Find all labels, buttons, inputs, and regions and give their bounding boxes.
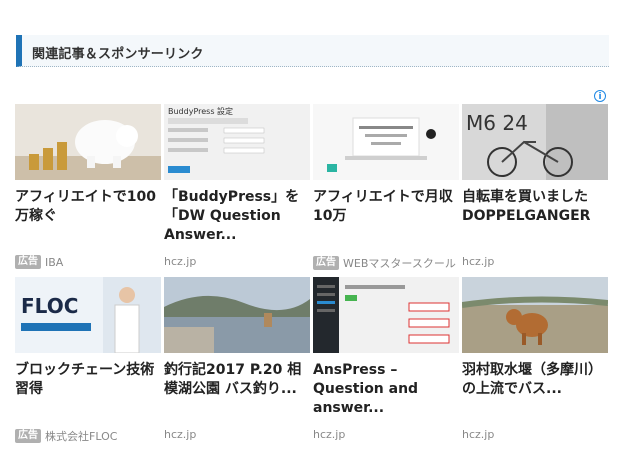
card-title[interactable]: 「BuddyPress」を「DW Question Answer...: [164, 188, 310, 245]
source-label: hcz.jp: [164, 428, 197, 441]
source-label: WEBマスタースクール: [343, 257, 456, 270]
card-title[interactable]: 羽村取水堰（多摩川）の上流でバス...: [462, 361, 608, 399]
card-source: hcz.jp: [313, 428, 345, 441]
buddypress-title: BuddyPress 設定: [168, 106, 233, 116]
card-title[interactable]: アフィリエイトで100万稼ぐ: [15, 188, 161, 226]
source-label: IBA: [45, 255, 64, 269]
card-source: hcz.jp: [164, 255, 196, 268]
floc-presenter-image: FLOC: [15, 277, 161, 353]
section-header: 関連記事＆スポンサーリンク: [16, 35, 609, 67]
source-label: hcz.jp: [313, 428, 346, 441]
recommendation-card[interactable]: アフィリエイトで月収10万 広告 WEBマスタースクール: [313, 104, 459, 272]
card-title[interactable]: 自転車を買いましたDOPPELGANGER: [462, 188, 608, 226]
bicycle-image: M6 24: [462, 104, 608, 180]
card-title[interactable]: AnsPress – Question and answer...: [313, 361, 459, 418]
card-source: 広告 WEBマスタースクール: [313, 255, 456, 271]
laptop-desk-image: [313, 104, 459, 180]
recommendation-card[interactable]: AnsPress – Question and answer... hcz.jp: [313, 277, 459, 445]
section-title: 関連記事＆スポンサーリンク: [32, 47, 204, 62]
card-source: hcz.jp: [462, 428, 494, 441]
recommendation-card[interactable]: FLOC ブロックチェーン技術習得 広告 株式会社FLOC: [15, 277, 161, 445]
info-icon[interactable]: i: [594, 90, 606, 102]
card-source: 広告 IBA: [15, 255, 63, 269]
recommendation-card[interactable]: アフィリエイトで100万稼ぐ 広告 IBA: [15, 104, 161, 272]
ad-badge: 広告: [313, 256, 339, 270]
recommendation-card[interactable]: 釣行記2017 P.20 相模湖公園 バス釣り... hcz.jp: [164, 277, 310, 445]
card-source: hcz.jp: [462, 255, 494, 268]
piggy-bank-coins-image: [15, 104, 161, 180]
bike-label: M6 24: [466, 111, 528, 135]
card-title[interactable]: アフィリエイトで月収10万: [313, 188, 459, 226]
source-label: hcz.jp: [462, 255, 495, 268]
lake-landscape-image: [164, 277, 310, 353]
ad-badge: 広告: [15, 429, 41, 443]
ad-badge: 広告: [15, 255, 41, 269]
source-label: 株式会社FLOC: [45, 430, 118, 443]
card-title[interactable]: 釣行記2017 P.20 相模湖公園 バス釣り...: [164, 361, 310, 399]
wordpress-admin-screenshot: [313, 277, 459, 353]
source-label: hcz.jp: [462, 428, 495, 441]
floc-logo: FLOC: [21, 294, 78, 318]
card-source: hcz.jp: [164, 428, 196, 441]
recommendation-card[interactable]: 羽村取水堰（多摩川）の上流でバス... hcz.jp: [462, 277, 608, 445]
recommendation-card[interactable]: M6 24 自転車を買いましたDOPPELGANGER hcz.jp: [462, 104, 608, 272]
dog-riverbank-image: [462, 277, 608, 353]
buddypress-settings-screenshot: BuddyPress 設定: [164, 104, 310, 180]
source-label: hcz.jp: [164, 255, 197, 268]
card-title[interactable]: ブロックチェーン技術習得: [15, 361, 161, 399]
card-source: 広告 株式会社FLOC: [15, 428, 117, 444]
recommendation-card[interactable]: BuddyPress 設定 「BuddyPress」を「DW Question …: [164, 104, 310, 272]
